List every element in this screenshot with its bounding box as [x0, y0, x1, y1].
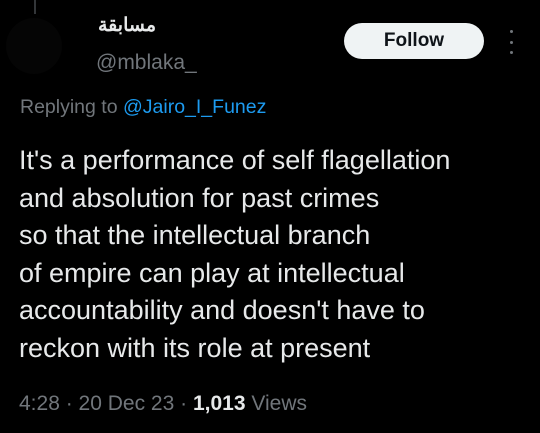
author-display-name[interactable]: مسابقة	[98, 14, 156, 37]
tweet-text-line: so that the intellectual branch	[19, 220, 371, 250]
thread-connector-line	[34, 0, 36, 14]
reply-mention-link[interactable]: @Jairo_I_Funez	[123, 96, 266, 118]
replying-to: Replying to @Jairo_I_Funez	[20, 96, 266, 119]
tweet-text: It's a performance of self flagellation …	[19, 142, 529, 367]
tweet-date[interactable]: 20 Dec 23	[79, 392, 175, 415]
tweet-text-line: and absolution for past crimes	[19, 182, 380, 213]
tweet-time[interactable]: 4:28	[19, 392, 60, 415]
more-dot	[509, 51, 513, 54]
tweet-text-line: accountability and doesn't have to	[19, 295, 425, 325]
views-count[interactable]: 1,013	[193, 392, 246, 415]
follow-button[interactable]: Follow	[344, 23, 484, 59]
avatar[interactable]	[6, 18, 62, 74]
tweet-text-line: reckon with its role at present	[19, 332, 371, 363]
tweet-text-line: It's a performance of self flagellation	[19, 145, 451, 175]
more-vertical-icon[interactable]	[506, 30, 516, 54]
more-dot	[509, 30, 513, 33]
tweet-text-line: of empire can play at intellectual	[19, 257, 405, 288]
views-label[interactable]: Views	[246, 392, 307, 415]
replying-to-prefix: Replying to	[20, 96, 123, 118]
tweet-metadata: 4:28 · 20 Dec 23 · 1,013 Views	[19, 392, 307, 416]
author-handle[interactable]: @mblaka_	[96, 51, 197, 75]
more-dot	[509, 40, 513, 44]
meta-separator: ·	[59, 392, 79, 415]
meta-separator: ·	[174, 392, 193, 415]
